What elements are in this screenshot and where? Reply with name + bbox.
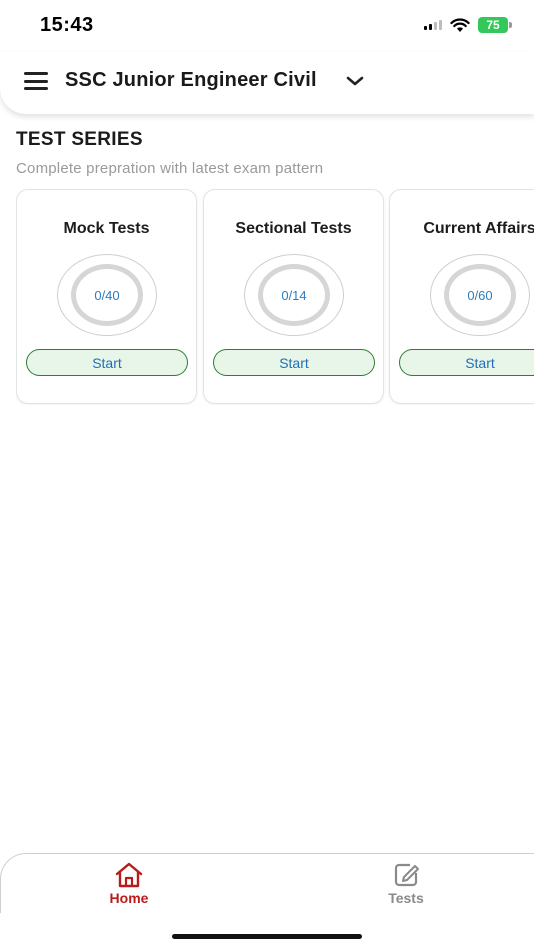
start-button[interactable]: Start — [26, 349, 188, 376]
card-title: Current Affairs — [423, 220, 534, 237]
menu-icon[interactable] — [24, 72, 48, 90]
test-card-mock[interactable]: Mock Tests 0/40 Start — [16, 189, 197, 404]
status-bar: 15:43 75 — [0, 0, 534, 52]
wifi-icon — [450, 17, 470, 32]
progress-text: 0/14 — [281, 287, 307, 303]
status-time: 15:43 — [40, 14, 94, 36]
card-title: Mock Tests — [63, 220, 150, 237]
section-subtitle: Complete prepration with latest exam pat… — [16, 160, 324, 177]
chevron-down-icon[interactable] — [345, 74, 365, 88]
test-card-sectional[interactable]: Sectional Tests 0/14 Start — [203, 189, 384, 404]
home-indicator — [172, 934, 362, 939]
progress-text: 0/40 — [94, 287, 120, 303]
test-series-carousel[interactable]: Mock Tests 0/40 Start Sectional Tests 0/… — [16, 189, 534, 405]
nav-tests[interactable]: Tests — [346, 862, 466, 910]
nav-home[interactable]: Home — [69, 862, 189, 910]
start-button[interactable]: Start — [399, 349, 534, 376]
progress-ring: 0/14 — [244, 254, 344, 336]
section-title: TEST SERIES — [16, 129, 143, 150]
bottom-nav: Home Tests — [0, 853, 534, 913]
nav-tests-label: Tests — [388, 890, 424, 906]
progress-ring: 0/40 — [57, 254, 157, 336]
battery-level: 75 — [478, 17, 508, 33]
progress-text: 0/60 — [467, 287, 493, 303]
course-title[interactable]: SSC Junior Engineer Civil — [65, 69, 317, 92]
edit-note-icon — [394, 863, 419, 887]
progress-ring: 0/60 — [430, 254, 530, 336]
home-icon — [115, 862, 143, 888]
status-icons: 75 — [424, 17, 512, 33]
start-button[interactable]: Start — [213, 349, 375, 376]
app-header: SSC Junior Engineer Civil — [0, 52, 534, 114]
signal-icon — [424, 20, 442, 30]
card-title: Sectional Tests — [235, 220, 352, 237]
test-card-current-affairs[interactable]: Current Affairs 0/60 Start — [389, 189, 534, 404]
battery-icon: 75 — [478, 17, 512, 33]
nav-home-label: Home — [109, 890, 149, 906]
